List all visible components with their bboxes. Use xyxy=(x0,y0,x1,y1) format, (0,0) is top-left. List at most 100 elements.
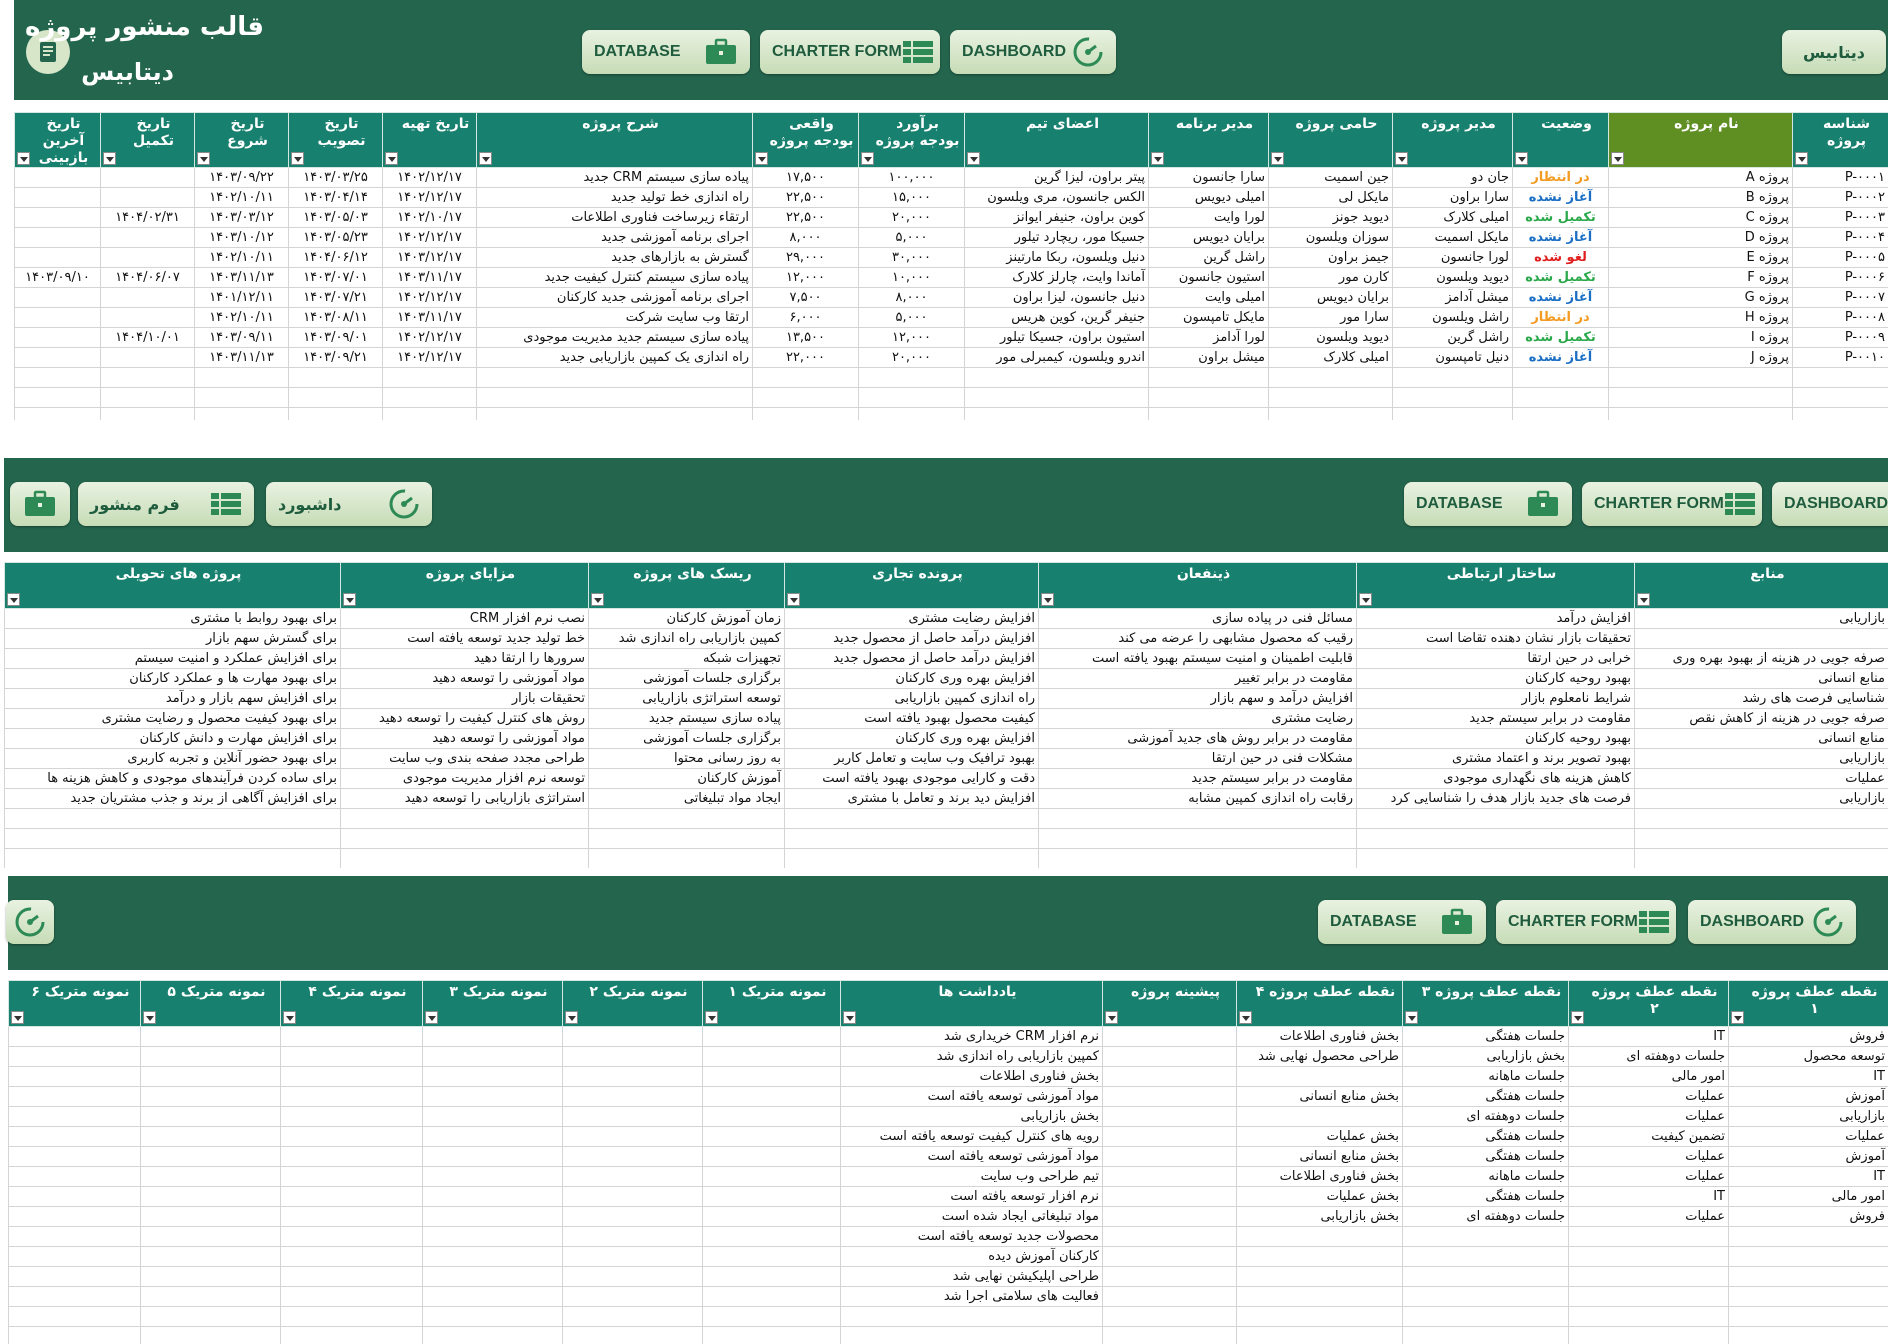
table-cell[interactable]: کارن مور xyxy=(1268,267,1393,288)
table-cell[interactable] xyxy=(1402,1286,1569,1307)
table-cell[interactable] xyxy=(702,1226,841,1247)
table-cell[interactable]: امیلی دیویس xyxy=(1148,187,1269,208)
table-cell[interactable]: راه اندازی خط تولید جدید xyxy=(476,187,753,208)
table-cell[interactable] xyxy=(288,387,383,408)
table-cell[interactable]: مایکل لی xyxy=(1268,187,1393,208)
table-cell[interactable]: برایان دیویس xyxy=(1148,227,1269,248)
table-cell[interactable]: بهبود روحیه کارکنان xyxy=(1356,728,1635,749)
table-cell[interactable] xyxy=(858,367,965,388)
table-cell[interactable]: سارا براون xyxy=(1392,187,1513,208)
table-cell[interactable] xyxy=(14,247,101,268)
table-cell[interactable]: ۲۲,۵۰۰ xyxy=(752,187,859,208)
table-cell[interactable] xyxy=(702,1066,841,1087)
table-cell[interactable]: ۲۲,۰۰۰ xyxy=(752,347,859,368)
table-cell[interactable]: افزایش بهره وری کارکنان xyxy=(784,668,1039,689)
table-cell[interactable]: نرم افزار توسعه یافته است xyxy=(840,1186,1103,1207)
table-cell[interactable] xyxy=(100,387,195,408)
table-cell[interactable] xyxy=(1568,1326,1729,1344)
table-cell[interactable] xyxy=(1512,387,1609,408)
table-cell[interactable]: ۱۴۰۲/۱۰/۱۱ xyxy=(194,247,289,268)
table-cell[interactable]: ۱۴۰۲/۱۲/۱۷ xyxy=(382,327,477,348)
filter-dropdown-icon[interactable] xyxy=(1731,1011,1744,1024)
table-cell[interactable]: ۱۴۰۲/۱۲/۱۷ xyxy=(382,347,477,368)
table-cell[interactable]: ۱۲,۰۰۰ xyxy=(858,327,965,348)
table-cell[interactable] xyxy=(422,1026,563,1047)
filter-dropdown-icon[interactable] xyxy=(283,1011,296,1024)
table-cell[interactable]: ۱۴۰۲/۱۰/۱۷ xyxy=(382,207,477,228)
table-cell[interactable]: ۱۴۰۳/۰۴/۱۴ xyxy=(288,187,383,208)
table-cell[interactable] xyxy=(562,1086,703,1107)
table-cell[interactable] xyxy=(340,828,589,849)
table-cell[interactable]: عملیات xyxy=(1568,1146,1729,1167)
table-cell[interactable] xyxy=(422,1306,563,1327)
table-cell[interactable]: قابلیت اطمینان و امنیت سیستم بهبود یافته… xyxy=(1038,648,1357,669)
table-cell[interactable]: تحقیقات بازار xyxy=(340,688,589,709)
table-cell[interactable] xyxy=(4,828,341,849)
table-cell[interactable] xyxy=(140,1246,281,1267)
table-cell[interactable]: ۱۴۰۳/۱۱/۱۷ xyxy=(382,267,477,288)
table-cell[interactable]: تجهیزات شبکه xyxy=(588,648,785,669)
table-cell[interactable] xyxy=(1512,407,1609,420)
table-cell[interactable]: بخش عملیات xyxy=(1236,1186,1403,1207)
table-cell[interactable] xyxy=(562,1186,703,1207)
table-cell[interactable] xyxy=(702,1266,841,1287)
table-cell[interactable] xyxy=(8,1166,141,1187)
table-cell[interactable]: ۱۴۰۲/۱۲/۱۷ xyxy=(382,167,477,188)
table-cell[interactable]: بازاریابی xyxy=(1634,788,1888,809)
table-cell[interactable]: ۱۴۰۴/۱۰/۰۱ xyxy=(100,327,195,348)
table-cell[interactable]: نرم افزار CRM خریداری شد xyxy=(840,1026,1103,1047)
table-cell[interactable]: بهبود ترافیک وب سایت و تعامل کاربر xyxy=(784,748,1039,769)
table-cell[interactable] xyxy=(280,1146,423,1167)
table-cell[interactable]: راشل گرین xyxy=(1148,247,1269,268)
table-cell[interactable]: فرصت های جدید بازار هدف را شناسایی کرد xyxy=(1356,788,1635,809)
table-cell[interactable]: ۱۴۰۲/۱۲/۱۷ xyxy=(382,287,477,308)
table-cell[interactable] xyxy=(562,1126,703,1147)
table-cell[interactable]: امور مالی xyxy=(1728,1186,1888,1207)
table-cell[interactable] xyxy=(1236,1106,1403,1127)
filter-dropdown-icon[interactable] xyxy=(1359,593,1372,606)
table-cell[interactable]: پیاده سازی سیستم جدید مدیریت موجودی xyxy=(476,327,753,348)
table-cell[interactable]: استراتژی بازاریابی را توسعه دهید xyxy=(340,788,589,809)
table-cell[interactable] xyxy=(100,367,195,388)
table-cell[interactable] xyxy=(1236,1266,1403,1287)
table-cell[interactable] xyxy=(1268,387,1393,408)
table-cell[interactable]: IT xyxy=(1728,1066,1888,1087)
dashboard-button[interactable]: DASHBOARD xyxy=(950,30,1116,74)
table-cell[interactable] xyxy=(8,1246,141,1267)
table-cell[interactable] xyxy=(280,1246,423,1267)
table-cell[interactable]: ۱۴۰۳/۱۰/۱۲ xyxy=(194,227,289,248)
table-cell[interactable]: ۸,۰۰۰ xyxy=(752,227,859,248)
table-cell[interactable]: افزایش درآمد و سهم بازار xyxy=(1038,688,1357,709)
table-cell[interactable]: ۱۴۰۳/۰۹/۲۱ xyxy=(288,347,383,368)
table-cell[interactable] xyxy=(140,1106,281,1127)
database-button[interactable]: DATABASE xyxy=(1404,482,1572,526)
table-cell[interactable]: بخش فناوری اطلاعات xyxy=(1236,1026,1403,1047)
table-cell[interactable]: به روز رسانی محتوا xyxy=(588,748,785,769)
table-cell[interactable]: آغاز نشده xyxy=(1512,287,1609,308)
table-cell[interactable] xyxy=(1102,1066,1237,1087)
table-cell[interactable] xyxy=(280,1126,423,1147)
table-cell[interactable]: امیلی کلارک xyxy=(1392,207,1513,228)
table-cell[interactable]: جنیفر گرین، کوین هریس xyxy=(964,307,1149,328)
table-cell[interactable]: جلسات هفتگی xyxy=(1402,1026,1569,1047)
table-cell[interactable] xyxy=(562,1326,703,1344)
table-cell[interactable] xyxy=(140,1126,281,1147)
table-cell[interactable] xyxy=(14,307,101,328)
filter-dropdown-icon[interactable] xyxy=(479,152,492,165)
table-cell[interactable]: امور مالی xyxy=(1568,1066,1729,1087)
table-cell[interactable] xyxy=(476,367,753,388)
dashboard-fa-button[interactable]: داشبورد xyxy=(266,482,432,526)
table-cell[interactable]: ۸,۰۰۰ xyxy=(858,287,965,308)
table-cell[interactable]: بخش بازاریابی xyxy=(1402,1046,1569,1067)
table-cell[interactable]: عملیات xyxy=(1568,1106,1729,1127)
table-cell[interactable]: برای گسترش سهم بازار xyxy=(4,628,341,649)
table-cell[interactable] xyxy=(8,1226,141,1247)
filter-dropdown-icon[interactable] xyxy=(103,152,116,165)
table-cell[interactable]: افزایش درآمد حاصل از محصول جدید xyxy=(784,628,1039,649)
table-cell[interactable] xyxy=(340,848,589,868)
table-cell[interactable] xyxy=(100,307,195,328)
filter-dropdown-icon[interactable] xyxy=(1105,1011,1118,1024)
table-cell[interactable]: P-۰۰۰۱ xyxy=(1792,167,1888,188)
filter-dropdown-icon[interactable] xyxy=(787,593,800,606)
table-cell[interactable]: لورا آدامز xyxy=(1148,327,1269,348)
